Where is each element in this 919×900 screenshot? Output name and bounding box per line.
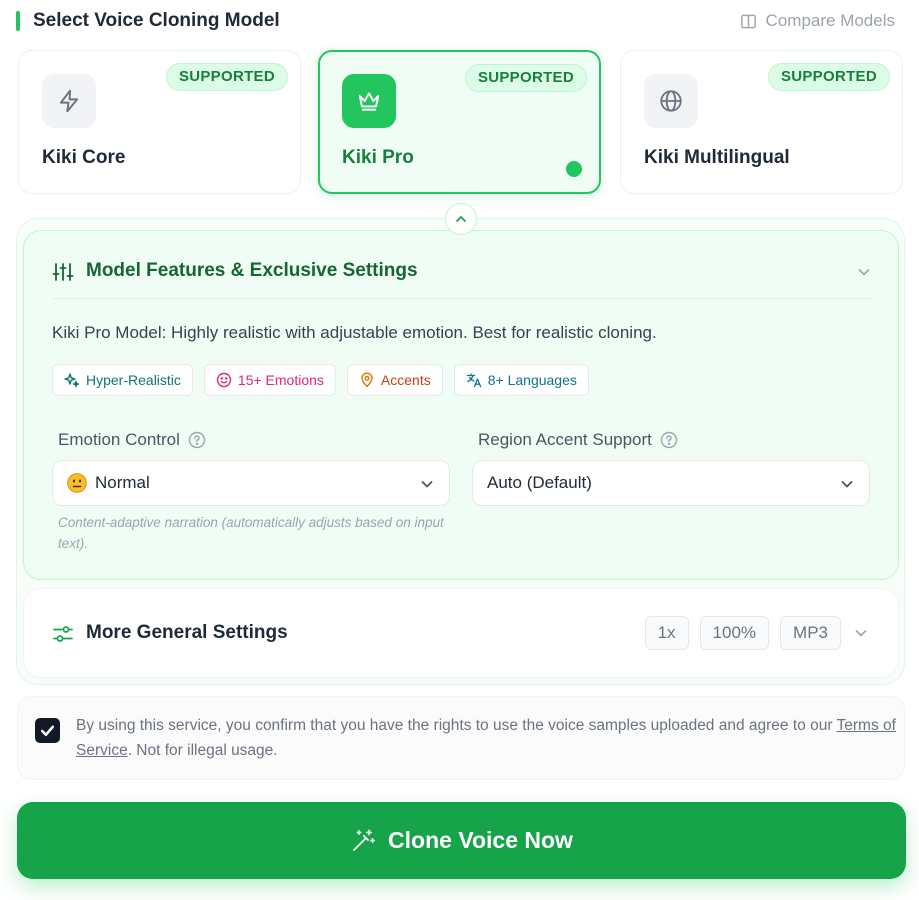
model-icon-box	[644, 74, 698, 128]
tag-label: Hyper-Realistic	[86, 372, 181, 388]
translate-icon	[466, 373, 481, 388]
accent-bar	[16, 11, 20, 31]
smile-icon	[216, 372, 232, 388]
globe-icon	[660, 90, 682, 112]
magic-wand-icon	[353, 829, 375, 851]
selected-indicator	[566, 161, 582, 177]
tag-emotions: 15+ Emotions	[203, 364, 336, 396]
model-icon-box	[342, 74, 396, 128]
emotion-select-value: Normal	[95, 473, 150, 492]
neutral-face-icon	[67, 473, 87, 493]
general-settings-panel[interactable]: More General Settings 1x 100% MP3	[23, 588, 899, 678]
model-card-kiki-pro[interactable]: SUPPORTED Kiki Pro	[318, 50, 601, 194]
supported-badge: SUPPORTED	[165, 63, 288, 91]
volume-pill: 100%	[699, 616, 770, 650]
tag-languages: 8+ Languages	[453, 364, 589, 396]
features-title: Model Features & Exclusive Settings	[86, 260, 418, 281]
crown-icon	[358, 92, 380, 111]
accent-select-value: Auto (Default)	[487, 473, 592, 492]
help-icon[interactable]	[188, 431, 206, 449]
speed-pill: 1x	[644, 616, 689, 650]
model-icon-box	[42, 74, 96, 128]
consent-text: By using this service, you confirm that …	[76, 713, 896, 763]
region-accent-label: Region Accent Support	[478, 430, 678, 450]
clone-voice-button[interactable]: Clone Voice Now	[17, 802, 906, 879]
consent-checkbox[interactable]	[35, 718, 60, 743]
chevron-up-icon	[456, 216, 466, 222]
general-settings-title: More General Settings	[86, 622, 288, 643]
tag-label: 8+ Languages	[487, 372, 577, 388]
region-accent-select[interactable]: Auto (Default)	[472, 460, 870, 506]
consent-text-start: By using this service, you confirm that …	[76, 717, 837, 734]
emotion-select[interactable]: Normal	[52, 460, 450, 506]
settings-summary: 1x 100% MP3	[644, 616, 841, 650]
tag-accents: Accents	[346, 364, 443, 396]
help-icon[interactable]	[660, 431, 678, 449]
tag-hyper-realistic: Hyper-Realistic	[52, 364, 193, 396]
settings-toggle-icon	[53, 626, 73, 642]
compare-models-button[interactable]: Compare Models	[740, 11, 895, 31]
section-header: Select Voice Cloning Model Compare Model…	[16, 8, 903, 36]
map-pin-icon	[361, 372, 373, 388]
consent-box: By using this service, you confirm that …	[17, 696, 905, 780]
chevron-down-icon	[421, 481, 433, 488]
lightning-icon	[59, 89, 79, 113]
compare-models-label: Compare Models	[765, 11, 895, 30]
sliders-icon	[52, 263, 74, 281]
checkmark-icon	[40, 725, 55, 737]
model-name: Kiki Core	[42, 147, 126, 168]
chevron-down-icon	[855, 630, 867, 637]
accent-label-text: Region Accent Support	[478, 430, 652, 449]
supported-badge: SUPPORTED	[464, 64, 587, 92]
tag-label: 15+ Emotions	[237, 372, 324, 388]
supported-badge: SUPPORTED	[767, 63, 890, 91]
chevron-down-icon	[841, 481, 853, 488]
tag-label: Accents	[380, 372, 431, 388]
model-name: Kiki Pro	[342, 147, 414, 168]
features-header[interactable]: Model Features & Exclusive Settings	[52, 259, 872, 299]
collapse-button[interactable]	[445, 203, 477, 235]
emotion-control-label: Emotion Control	[58, 430, 206, 450]
model-description: Kiki Pro Model: Highly realistic with ad…	[52, 323, 657, 342]
emotion-hint: Content-adaptive narration (automaticall…	[58, 515, 444, 551]
model-features-panel: Model Features & Exclusive Settings Kiki…	[23, 230, 899, 580]
model-card-kiki-multilingual[interactable]: SUPPORTED Kiki Multilingual	[620, 50, 903, 194]
emotion-label-text: Emotion Control	[58, 430, 180, 449]
clone-voice-label: Clone Voice Now	[388, 827, 573, 853]
chevron-down-icon[interactable]	[856, 264, 872, 280]
feature-tags: Hyper-Realistic 15+ Emotions Accents 8+ …	[52, 364, 589, 396]
consent-text-end: . Not for illegal usage.	[127, 742, 278, 759]
columns-icon	[740, 14, 756, 28]
sparkles-icon	[64, 373, 80, 388]
format-pill: MP3	[780, 616, 841, 650]
model-name: Kiki Multilingual	[644, 147, 790, 168]
model-card-kiki-core[interactable]: SUPPORTED Kiki Core	[18, 50, 301, 194]
section-title: Select Voice Cloning Model	[33, 10, 280, 31]
